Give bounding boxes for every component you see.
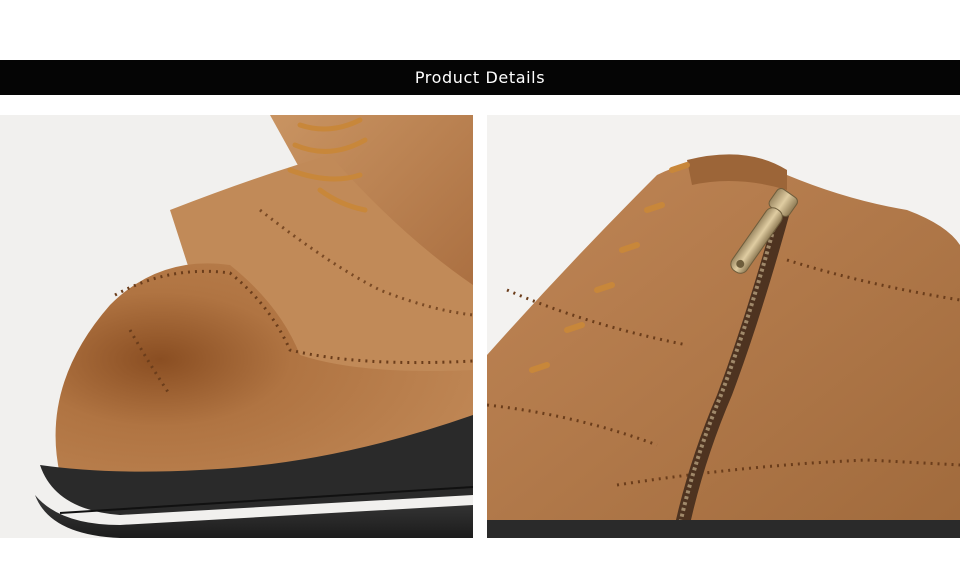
product-details-banner: Product Details xyxy=(0,60,960,95)
banner-title: Product Details xyxy=(414,68,546,87)
shoe-toe-closeup-photo xyxy=(0,115,473,538)
boot-zipper-closeup-photo xyxy=(487,115,960,538)
